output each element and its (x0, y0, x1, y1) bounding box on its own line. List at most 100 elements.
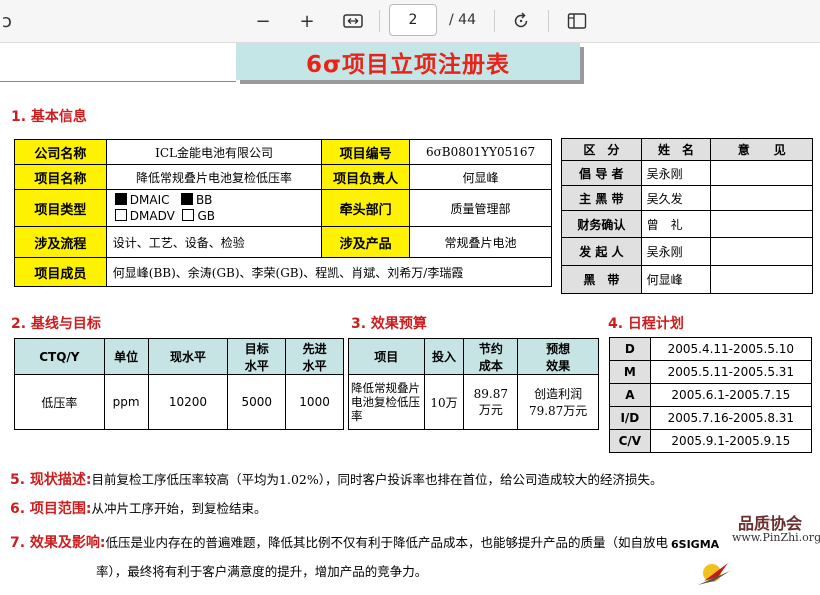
pinzhi-logo-icon (698, 563, 730, 585)
approval-opinion (710, 185, 813, 211)
title-band: 6σ项目立项注册表 (236, 43, 580, 80)
budget-effect: 创造利润 79.87万元 (517, 374, 599, 430)
members-value: 何显峰(BB)、余涛(GB)、李荣(GB)、程凯、肖斌、刘希万/李瑞霞 (105, 257, 553, 287)
scope-text: 从冲片工序开始，到复检结束。 (91, 501, 267, 516)
schedule-range: 2005.7.16-2005.8.31 (649, 406, 813, 430)
product-label: 涉及产品 (321, 226, 411, 258)
fit-width-button[interactable] (340, 8, 366, 34)
schedule-phase: A (609, 383, 651, 407)
owner-label: 项目负责人 (321, 164, 411, 190)
logo-brand: 6SIGMA (671, 538, 720, 551)
page-view-icon (567, 13, 587, 29)
checkbox-checked (180, 193, 193, 205)
approval-name: 吴永刚 (640, 237, 712, 266)
toolbar-separator (548, 10, 549, 32)
page-view-button[interactable] (564, 8, 590, 34)
type-bb: BB (195, 193, 213, 207)
schedule-table: D 2005.4.11-2005.5.10 M 2005.5.11-2005.5… (609, 337, 813, 453)
approval-role: 主 黑 带 (561, 185, 642, 211)
approval-name: 曾 礼 (640, 210, 712, 238)
type-label: 项目类型 (14, 189, 107, 227)
zoom-in-button[interactable]: + (294, 8, 320, 34)
project-no-value: 6σB0801YY05167 (409, 139, 552, 165)
type-dmaic: DMAIC (129, 193, 170, 207)
impact-label: 7. 效果及影响: (10, 535, 106, 551)
company-value: ICL金能电池有限公司 (105, 139, 323, 165)
pdf-toolbar: ↄ − + 2 / 44 (0, 0, 820, 43)
baseline-header: 先进 水平 (285, 338, 344, 375)
impact-paragraph: 7. 效果及影响:低压是业内存在的普遍难题，降低其比例不仅有利于降低产品成本，也… (10, 532, 668, 552)
approval-header-opinion: 意 见 (710, 138, 813, 161)
status-label: 5. 现状描述: (10, 472, 92, 488)
logo-url: www.PinZhi.org (732, 531, 820, 544)
toolbar-separator (494, 10, 495, 32)
page-number-input[interactable]: 2 (389, 4, 437, 36)
section-basic-info: 1. 基本信息 (11, 109, 87, 125)
document-page: 6σ项目立项注册表 1. 基本信息 公司名称 ICL金能电池有限公司 项目编号 … (0, 43, 820, 595)
schedule-phase: M (609, 360, 651, 384)
schedule-phase: I/D (609, 406, 651, 430)
baseline-header: 单位 (103, 338, 149, 375)
project-name-label: 项目名称 (14, 164, 107, 190)
section-budget: 3. 效果预算 (351, 316, 427, 332)
rotate-button[interactable] (508, 8, 534, 34)
baseline-advanced: 1000 (285, 374, 344, 430)
process-label: 涉及流程 (14, 226, 107, 258)
page-total: / 44 (449, 12, 476, 28)
impact-text-1: 低压是业内存在的普遍难题，降低其比例不仅有利于降低产品成本，也能够提升产品的质量… (105, 535, 669, 550)
zoom-out-button[interactable]: − (250, 8, 276, 34)
status-text: 目前复检工序低压率较高（平均为1.02%），同时客户投诉率也排在首位，给公司造成… (91, 472, 663, 487)
approval-opinion (710, 265, 813, 294)
checkbox-unchecked (114, 209, 127, 221)
schedule-range: 2005.9.1-2005.9.15 (649, 429, 813, 453)
baseline-unit: ppm (103, 374, 149, 430)
rotate-icon (514, 12, 528, 28)
owner-value: 何显峰 (409, 164, 552, 190)
schedule-range: 2005.6.1-2005.7.15 (649, 383, 813, 407)
baseline-current: 10200 (147, 374, 229, 430)
project-name-value: 降低常规叠片电池复检低压率 (105, 164, 323, 190)
members-label: 项目成员 (14, 257, 107, 287)
approval-opinion (710, 237, 813, 266)
budget-header: 预想 效果 (517, 338, 599, 375)
section-schedule: 4. 日程计划 (608, 316, 684, 332)
product-value: 常规叠片电池 (409, 226, 552, 258)
type-dmadv: DMADV (129, 209, 175, 223)
approval-header-name: 姓 名 (640, 138, 712, 161)
approval-name: 吴永刚 (640, 160, 712, 186)
company-label: 公司名称 (14, 139, 107, 165)
baseline-header: 现水平 (147, 338, 229, 375)
project-no-label: 项目编号 (321, 139, 411, 165)
dept-label: 牵头部门 (321, 189, 411, 227)
approval-role: 财务确认 (561, 210, 642, 238)
approval-table: 区 分 姓 名 意 见 倡 导 者 吴永刚 主 黑 带 吴久发 财务确认 曾 礼… (561, 138, 813, 294)
baseline-target: 5000 (227, 374, 287, 430)
process-value: 设计、工艺、设备、检验 (105, 226, 323, 258)
project-type-options: DMAIC BB DMADV GB (105, 189, 323, 227)
toolbar-separator (379, 10, 380, 32)
draw-icon[interactable]: ↄ (0, 8, 20, 34)
baseline-header: CTQ/Y (14, 338, 105, 375)
schedule-phase: C/V (609, 429, 651, 453)
approval-opinion (710, 210, 813, 238)
approval-role: 倡 导 者 (561, 160, 642, 186)
approval-header-role: 区 分 (561, 138, 642, 161)
checkbox-checked (114, 193, 127, 205)
impact-text-2: 率），最终将有利于客户满意度的提升，增加产品的竞争力。 (96, 564, 428, 579)
scope-paragraph: 6. 项目范围:从冲片工序开始，到复检结束。 (10, 498, 267, 518)
budget-item: 降低常规叠片电池复检低压率 (348, 374, 425, 430)
basic-info-table: 公司名称 ICL金能电池有限公司 项目编号 6σB0801YY05167 项目名… (14, 139, 553, 287)
dept-value: 质量管理部 (409, 189, 552, 227)
schedule-range: 2005.5.11-2005.5.31 (649, 360, 813, 384)
baseline-header: 目标 水平 (227, 338, 287, 375)
fit-width-icon (343, 14, 363, 28)
title-rule (0, 81, 236, 82)
type-gb: GB (197, 209, 215, 223)
document-title: 6σ项目立项注册表 (306, 51, 510, 78)
approval-opinion (710, 160, 813, 186)
budget-header: 项目 (348, 338, 425, 375)
approval-role: 发 起 人 (561, 237, 642, 266)
checkbox-unchecked (182, 209, 195, 221)
budget-header: 投入 (423, 338, 465, 375)
status-paragraph: 5. 现状描述:目前复检工序低压率较高（平均为1.02%），同时客户投诉率也排在… (10, 469, 663, 489)
